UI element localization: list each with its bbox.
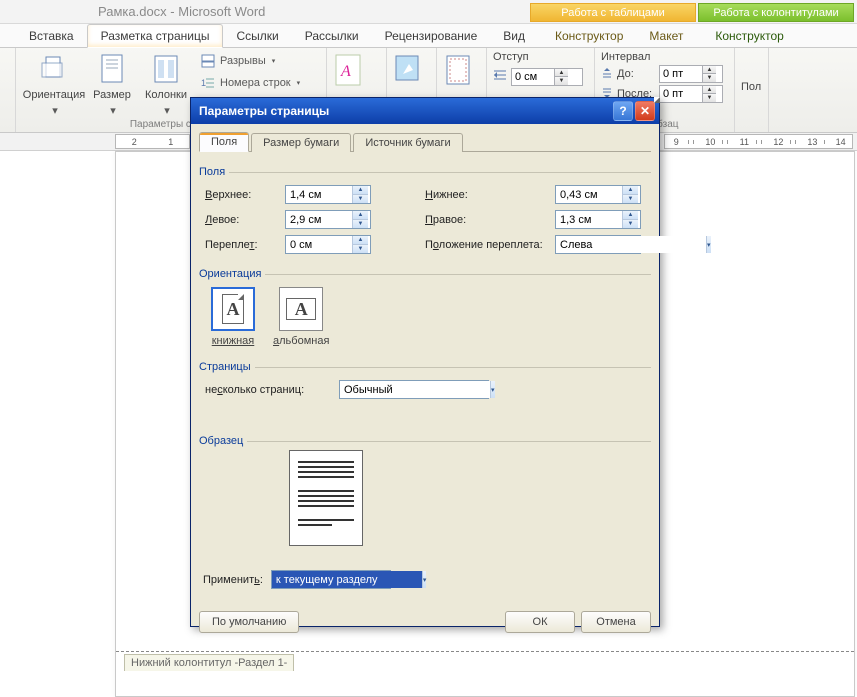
page-borders-icon[interactable] [443,54,477,88]
document-title: Рамка.docx - Microsoft Word [98,4,265,19]
page-size-icon [96,53,128,85]
indent-title: Отступ [493,51,588,63]
svg-text:1: 1 [201,78,206,88]
section-preview-title: Образец [199,435,247,447]
context-group-headers: Работа с колонтитулами [698,3,854,22]
tab-insert[interactable]: Вставка [16,25,87,47]
right-margin-spinner[interactable]: ▲▼ [622,211,638,228]
spacing-before-spinner[interactable]: ▲▼ [702,66,716,82]
left-margin-input[interactable] [286,211,352,228]
chevron-down-icon[interactable]: ▾ [422,571,427,588]
page-setup-dialog: Параметры страницы ? ✕ Поля Размер бумаг… [190,97,660,627]
chevron-down-icon[interactable]: ▾ [490,381,495,398]
indent-left-spinner[interactable]: ▲▼ [554,69,568,85]
default-button[interactable]: По умолчанию [199,611,299,633]
line-numbers-icon: 1 [200,75,216,91]
chevron-down-icon[interactable]: ▾ [706,236,711,253]
spacing-after-input[interactable] [660,88,702,100]
left-margin-spinner[interactable]: ▲▼ [352,211,368,228]
gutter-spinner[interactable]: ▲▼ [352,236,368,253]
apply-to-combo[interactable] [272,571,422,588]
portrait-icon: A [222,294,244,324]
ruler-right: 9 10 11 12 13 14 [664,134,853,149]
tab-review[interactable]: Рецензирование [372,25,491,47]
line-numbers-button[interactable]: 1 Номера строк▾ [200,73,320,93]
landscape-icon: A [286,298,316,320]
bottom-margin-label: Нижнее: [425,189,555,201]
top-margin-label: Верхнее: [205,189,285,201]
ruler-left: 2 1 [115,134,190,149]
gutter-pos-combo[interactable] [556,236,706,253]
help-button[interactable]: ? [613,101,633,121]
dlg-tab-paper[interactable]: Размер бумаги [251,133,351,152]
ribbon-tabs: Вставка Разметка страницы Ссылки Рассылк… [0,24,857,48]
tab-table-design[interactable]: Конструктор [542,25,636,47]
top-margin-spinner[interactable]: ▲▼ [352,186,368,203]
right-margin-input[interactable] [556,211,622,228]
gutter-input[interactable] [286,236,352,253]
right-margin-label: Правое: [425,214,555,226]
multi-pages-label: несколько страниц: [205,384,323,396]
spacing-title: Интервал [601,51,728,63]
multi-pages-combo[interactable] [340,381,490,398]
dialog-titlebar[interactable]: Параметры страницы ? ✕ [191,98,659,124]
columns-icon [150,53,182,85]
top-margin-input[interactable] [286,186,352,203]
svg-text:A: A [340,63,351,80]
gutter-label: Переплет: [205,239,285,251]
title-bar: Рамка.docx - Microsoft Word Работа с таб… [0,0,857,24]
indent-left-icon [493,69,507,84]
orientation-landscape[interactable]: A альбомная [273,287,329,347]
cancel-button[interactable]: Отмена [581,611,651,633]
footer-section-tab[interactable]: Нижний колонтитул -Раздел 1- [124,654,294,671]
watermark-icon[interactable]: A [333,54,367,88]
tab-references[interactable]: Ссылки [223,25,291,47]
section-pages-title: Страницы [199,361,255,373]
section-fields-title: Поля [199,166,229,178]
orientation-portrait[interactable]: A книжная [211,287,255,347]
tab-header-design[interactable]: Конструктор [702,25,796,47]
dlg-tab-source[interactable]: Источник бумаги [353,133,462,152]
footer-boundary [116,651,854,652]
breaks-icon [200,53,216,69]
indent-left-input[interactable] [512,71,554,83]
spacing-before-icon [601,67,613,82]
spacing-before-input[interactable] [660,68,702,80]
close-button[interactable]: ✕ [635,101,655,121]
tab-view[interactable]: Вид [490,25,538,47]
bottom-margin-spinner[interactable]: ▲▼ [622,186,638,203]
page-color-icon[interactable] [393,54,427,88]
section-orientation-title: Ориентация [199,268,265,280]
apply-to-label: Применить: [203,574,263,586]
tab-page-layout[interactable]: Разметка страницы [87,24,224,48]
gutter-pos-label: Положение переплета: [425,239,555,251]
tab-table-layout[interactable]: Макет [636,25,696,47]
context-group-tables: Работа с таблицами [530,3,696,22]
dialog-tabs: Поля Размер бумаги Источник бумаги [199,130,651,152]
group-arrange-label: Пол [741,81,762,93]
preview-page [289,450,363,546]
dlg-tab-fields[interactable]: Поля [199,132,249,152]
ok-button[interactable]: ОК [505,611,575,633]
dialog-title: Параметры страницы [199,104,329,118]
left-margin-label: Левое: [205,214,285,226]
orientation-icon [38,53,70,85]
tab-mailings[interactable]: Рассылки [292,25,372,47]
spacing-after-spinner[interactable]: ▲▼ [702,86,716,102]
breaks-button[interactable]: Разрывы▾ [200,51,320,71]
bottom-margin-input[interactable] [556,186,622,203]
